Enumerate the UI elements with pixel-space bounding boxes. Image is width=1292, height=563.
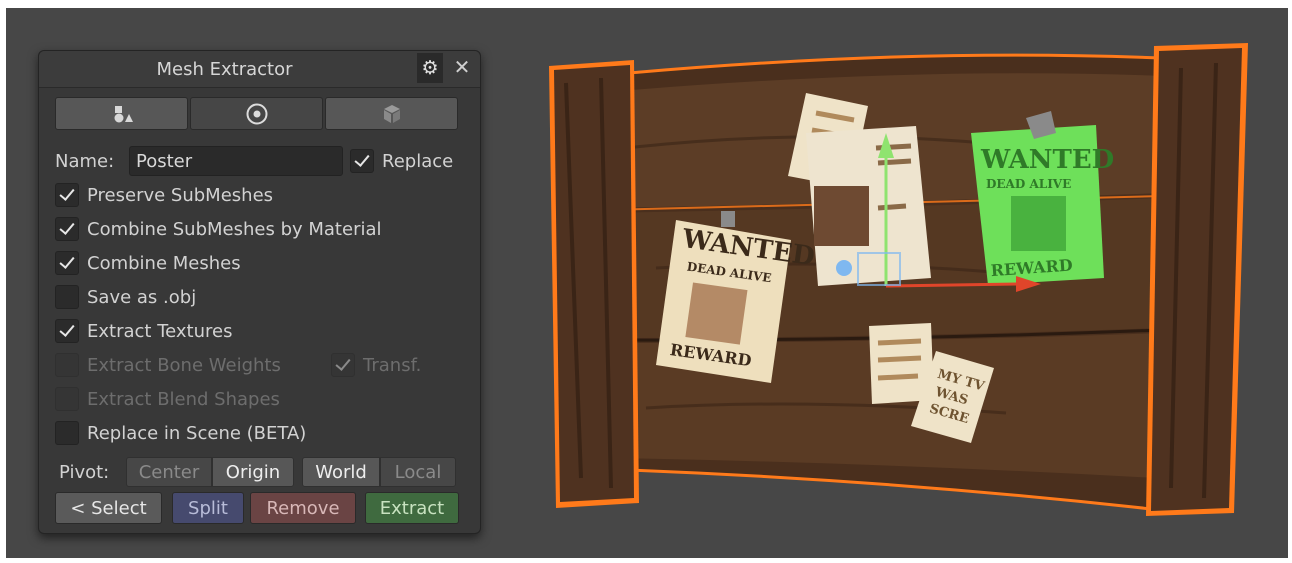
option-label: Preserve SubMeshes bbox=[87, 184, 274, 206]
option-label: Extract Bone Weights bbox=[87, 354, 281, 376]
window-title: Mesh Extractor bbox=[156, 59, 293, 80]
replace-checkbox[interactable] bbox=[350, 149, 374, 173]
cube-icon bbox=[383, 104, 400, 123]
pivot-center-button[interactable]: Center bbox=[126, 457, 212, 487]
replace-toggle[interactable]: Replace bbox=[350, 147, 453, 175]
preserve-submeshes-checkbox[interactable] bbox=[55, 183, 79, 207]
mesh-extractor-window: Mesh Extractor ⚙ ✕ Name: Poster Replace … bbox=[38, 50, 481, 534]
extract-blend-shapes-checkbox bbox=[55, 387, 79, 411]
option-extract-bone-weights: Extract Bone Weights bbox=[55, 351, 281, 379]
combine-meshes-checkbox[interactable] bbox=[55, 251, 79, 275]
replace-label: Replace bbox=[382, 150, 454, 172]
replace-in-scene-checkbox[interactable] bbox=[55, 421, 79, 445]
shapes-icon bbox=[114, 105, 133, 122]
tab-shapes[interactable] bbox=[55, 97, 188, 130]
pivot-origin-button[interactable]: Origin bbox=[212, 457, 294, 487]
option-extract-textures[interactable]: Extract Textures bbox=[55, 317, 232, 345]
option-label: Extract Textures bbox=[87, 320, 233, 342]
transf-label: Transf. bbox=[363, 354, 422, 376]
option-combine-submeshes-by-material[interactable]: Combine SubMeshes by Material bbox=[55, 215, 382, 243]
tab-target[interactable] bbox=[190, 97, 323, 130]
extract-bone-weights-checkbox bbox=[55, 353, 79, 377]
window-titlebar[interactable]: Mesh Extractor ⚙ ✕ bbox=[39, 51, 480, 88]
poster-right-sub: DEAD ALIVE bbox=[986, 177, 1071, 191]
scene-viewport[interactable]: WANTED DEAD ALIVE REWARD WANTED DEAD ALI… bbox=[6, 8, 1288, 558]
option-label: Replace in Scene (BETA) bbox=[87, 422, 307, 444]
target-icon bbox=[246, 103, 267, 124]
option-replace-in-scene[interactable]: Replace in Scene (BETA) bbox=[55, 419, 306, 447]
pivot-world-button[interactable]: World bbox=[302, 457, 380, 487]
left-post[interactable] bbox=[549, 60, 639, 508]
option-combine-meshes[interactable]: Combine Meshes bbox=[55, 249, 241, 277]
option-label: Combine Meshes bbox=[87, 252, 241, 274]
clipping-photo[interactable] bbox=[806, 126, 931, 286]
pivot-local-button[interactable]: Local bbox=[380, 457, 456, 487]
extract-textures-checkbox[interactable] bbox=[55, 319, 79, 343]
name-row: Name: bbox=[55, 147, 114, 175]
wanted-poster-selected[interactable]: WANTED DEAD ALIVE REWARD bbox=[971, 111, 1114, 285]
tab-cube[interactable] bbox=[325, 97, 458, 130]
right-post[interactable] bbox=[1146, 43, 1248, 516]
option-label: Save as .obj bbox=[87, 286, 197, 308]
option-label: Combine SubMeshes by Material bbox=[87, 218, 382, 240]
option-preserve-submeshes[interactable]: Preserve SubMeshes bbox=[55, 181, 273, 209]
extract-button[interactable]: Extract bbox=[365, 492, 459, 524]
remove-button[interactable]: Remove bbox=[250, 492, 356, 524]
transf-checkbox bbox=[331, 353, 355, 377]
poster-right-title: WANTED bbox=[980, 145, 1114, 175]
close-icon[interactable]: ✕ bbox=[449, 53, 475, 83]
option-label: Extract Blend Shapes bbox=[87, 388, 280, 410]
pivot-label: Pivot: bbox=[59, 461, 110, 483]
option-transf: Transf. bbox=[331, 351, 421, 379]
pivot-row: Pivot: bbox=[59, 458, 109, 486]
save-as-obj-checkbox[interactable] bbox=[55, 285, 79, 309]
name-input[interactable]: Poster bbox=[129, 146, 343, 176]
name-label: Name: bbox=[55, 150, 115, 172]
gear-icon[interactable]: ⚙ bbox=[417, 53, 443, 83]
split-button[interactable]: Split bbox=[172, 492, 244, 524]
combine-submeshes-checkbox[interactable] bbox=[55, 217, 79, 241]
select-button[interactable]: < Select bbox=[55, 492, 162, 524]
option-save-as-obj[interactable]: Save as .obj bbox=[55, 283, 196, 311]
option-extract-blend-shapes: Extract Blend Shapes bbox=[55, 385, 280, 413]
mode-tabs bbox=[55, 97, 458, 130]
